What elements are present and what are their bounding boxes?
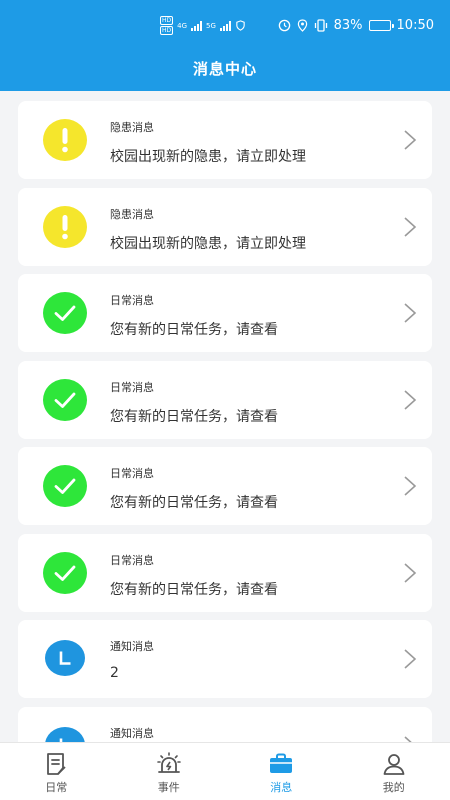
page-title: 消息中心: [192, 60, 257, 78]
shield-icon: [236, 20, 245, 31]
message-body: 校园出现新的隐患，请立即处理: [110, 149, 306, 165]
network-label: 4G: [177, 21, 188, 30]
message-item[interactable]: 通知消息: [18, 706, 432, 742]
message-item[interactable]: 日常消息您有新的日常任务，请查看: [18, 274, 432, 352]
battery-icon: [368, 20, 394, 31]
tab-label: 我的: [382, 781, 405, 794]
message-item[interactable]: 日常消息您有新的日常任务，请查看: [18, 447, 432, 525]
clock: 10:50: [396, 18, 434, 33]
warning-icon: [43, 205, 87, 248]
tab-daily[interactable]: 日常: [0, 743, 113, 800]
tab-label: 消息: [270, 781, 293, 794]
app-header: HD HD 4G 5G 83% 10:50 消息中心: [0, 0, 450, 91]
chevron-right-icon: [404, 735, 413, 742]
check-icon: [43, 292, 87, 334]
tab-label: 日常: [45, 781, 68, 794]
hd-badge: HD: [160, 16, 174, 25]
battery-percent: 83%: [333, 18, 363, 33]
hd-badge: HD: [160, 26, 174, 35]
message-title: 日常消息: [110, 553, 154, 567]
message-body: 2: [110, 665, 119, 681]
message-title: 日常消息: [110, 294, 154, 307]
chevron-right-icon: [404, 649, 417, 669]
message-title: 日常消息: [110, 467, 154, 480]
signal-icon: [191, 20, 203, 31]
person-icon: [383, 754, 405, 775]
chevron-right-icon: [404, 476, 417, 496]
signal-icon: [219, 20, 231, 31]
message-title: 隐患消息: [110, 121, 154, 134]
message-title: 隐患消息: [110, 207, 154, 221]
daily-doc-icon: [47, 753, 66, 775]
message-body: 校园出现新的隐患，请立即处理: [110, 235, 306, 252]
message-item[interactable]: 日常消息您有新的日常任务，请查看: [18, 533, 432, 612]
chevron-right-icon: [404, 389, 417, 410]
clock-icon: [45, 726, 85, 742]
message-body: 您有新的日常任务，请查看: [110, 495, 278, 511]
check-icon: [43, 465, 87, 507]
message-body: 您有新的日常任务，请查看: [110, 408, 278, 425]
vibrate-icon: [314, 19, 327, 32]
chevron-right-icon: [404, 216, 417, 237]
check-icon: [43, 378, 87, 421]
tab-mine[interactable]: 我的: [338, 743, 450, 800]
message-body: 您有新的日常任务，请查看: [110, 322, 278, 338]
message-body: 您有新的日常任务，请查看: [110, 581, 278, 598]
message-item[interactable]: 日常消息您有新的日常任务，请查看: [18, 360, 432, 439]
status-bar: HD HD 4G 5G 83% 10:50: [0, 0, 450, 52]
message-title: 通知消息: [110, 726, 154, 740]
tab-events[interactable]: 事件: [113, 743, 226, 800]
clock-icon: [45, 640, 85, 676]
alarm-icon: [156, 752, 181, 773]
message-item[interactable]: 通知消息 2: [18, 620, 432, 698]
system-indicators: 83% 10:50: [278, 18, 434, 33]
alarm-clock-icon: [278, 19, 290, 32]
chevron-right-icon: [404, 130, 417, 150]
network-indicators: HD HD 4G 5G: [160, 16, 246, 35]
warning-icon: [43, 119, 87, 161]
chevron-right-icon: [404, 303, 417, 323]
message-title: 通知消息: [110, 640, 154, 653]
message-briefcase-icon: [270, 753, 293, 773]
message-title: 日常消息: [110, 380, 154, 394]
tab-label: 事件: [157, 781, 180, 794]
message-item[interactable]: 隐患消息校园出现新的隐患，请立即处理: [18, 101, 432, 179]
tab-messages[interactable]: 消息: [225, 743, 338, 800]
message-list[interactable]: 隐患消息 校园出现新的隐患，请立即处理 隐患消息 校园出现新的隐患，请立即处理 日常消息…: [0, 91, 450, 742]
check-icon: [43, 551, 87, 594]
network-label: 5G: [206, 21, 216, 30]
bottom-tab-bar: 日常 事件 消息 我的: [0, 742, 450, 800]
location-icon: [297, 19, 307, 32]
chevron-right-icon: [404, 562, 417, 583]
message-item[interactable]: 隐患消息校园出现新的隐患，请立即处理: [18, 187, 432, 266]
